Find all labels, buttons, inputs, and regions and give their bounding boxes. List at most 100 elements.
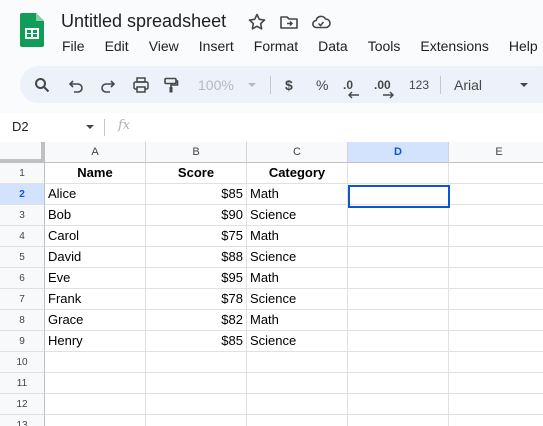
cloud-saved-icon[interactable]	[311, 12, 331, 32]
menu-file[interactable]: File	[52, 37, 95, 55]
cell-d7[interactable]	[348, 289, 449, 310]
column-header-d[interactable]: D	[348, 142, 449, 163]
cell-b13[interactable]	[146, 415, 247, 426]
row-header-10[interactable]: 10	[0, 352, 45, 373]
column-header-b[interactable]: B	[146, 142, 247, 163]
menu-view[interactable]: View	[139, 37, 189, 55]
paint-format-icon[interactable]	[163, 75, 179, 95]
cell-e10[interactable]	[449, 352, 543, 373]
font-dropdown-icon[interactable]	[519, 75, 529, 95]
menu-insert[interactable]: Insert	[189, 37, 244, 55]
cell-b6[interactable]: $95	[146, 268, 247, 289]
cell-c12[interactable]	[247, 394, 348, 415]
cell-a9[interactable]: Henry	[45, 331, 146, 352]
cell-d13[interactable]	[348, 415, 449, 426]
more-formats-button[interactable]: 123	[409, 75, 429, 95]
zoom-select[interactable]: 100%	[198, 75, 234, 95]
row-header-2[interactable]: 2	[0, 184, 45, 205]
cell-b11[interactable]	[146, 373, 247, 394]
cell-c6[interactable]: Math	[247, 268, 348, 289]
cell-e9[interactable]	[449, 331, 543, 352]
cell-b4[interactable]: $75	[146, 226, 247, 247]
column-header-a[interactable]: A	[45, 142, 146, 163]
cell-a7[interactable]: Frank	[45, 289, 146, 310]
row-header-1[interactable]: 1	[0, 163, 45, 184]
menu-format[interactable]: Format	[244, 37, 308, 55]
cell-d1[interactable]	[348, 163, 449, 184]
cell-c9[interactable]: Science	[247, 331, 348, 352]
menu-help[interactable]: Help	[499, 37, 543, 55]
cell-d8[interactable]	[348, 310, 449, 331]
cell-c5[interactable]: Science	[247, 247, 348, 268]
cell-d10[interactable]	[348, 352, 449, 373]
cell-a5[interactable]: David	[45, 247, 146, 268]
cell-a1[interactable]: Name	[45, 163, 146, 184]
cell-b8[interactable]: $82	[146, 310, 247, 331]
row-header-8[interactable]: 8	[0, 310, 45, 331]
cell-c8[interactable]: Math	[247, 310, 348, 331]
undo-icon[interactable]	[68, 75, 84, 95]
row-header-6[interactable]: 6	[0, 268, 45, 289]
font-family-select[interactable]: Arial	[454, 75, 482, 95]
cell-c1[interactable]: Category	[247, 163, 348, 184]
redo-icon[interactable]	[100, 75, 116, 95]
row-header-4[interactable]: 4	[0, 226, 45, 247]
cell-e5[interactable]	[449, 247, 543, 268]
move-to-folder-icon[interactable]	[279, 12, 299, 32]
name-box[interactable]: D2	[12, 119, 29, 134]
cell-a10[interactable]	[45, 352, 146, 373]
cell-b2[interactable]: $85	[146, 184, 247, 205]
cell-a13[interactable]	[45, 415, 146, 426]
cell-d5[interactable]	[348, 247, 449, 268]
star-icon[interactable]	[247, 12, 267, 32]
cell-e1[interactable]	[449, 163, 543, 184]
cell-a12[interactable]	[45, 394, 146, 415]
cell-b7[interactable]: $78	[146, 289, 247, 310]
row-header-5[interactable]: 5	[0, 247, 45, 268]
row-header-9[interactable]: 9	[0, 331, 45, 352]
cell-c4[interactable]: Math	[247, 226, 348, 247]
cell-a2[interactable]: Alice	[45, 184, 146, 205]
menu-data[interactable]: Data	[308, 37, 358, 55]
search-icon[interactable]	[34, 75, 50, 95]
cell-e6[interactable]	[449, 268, 543, 289]
cell-b1[interactable]: Score	[146, 163, 247, 184]
row-header-7[interactable]: 7	[0, 289, 45, 310]
cell-c3[interactable]: Science	[247, 205, 348, 226]
menu-tools[interactable]: Tools	[358, 37, 411, 55]
cell-d3[interactable]	[348, 205, 449, 226]
cell-b9[interactable]: $85	[146, 331, 247, 352]
cell-e4[interactable]	[449, 226, 543, 247]
cell-c7[interactable]: Science	[247, 289, 348, 310]
cell-a6[interactable]: Eve	[45, 268, 146, 289]
cell-e3[interactable]	[449, 205, 543, 226]
cell-e13[interactable]	[449, 415, 543, 426]
name-box-dropdown-icon[interactable]	[85, 123, 95, 131]
cell-b5[interactable]: $88	[146, 247, 247, 268]
print-icon[interactable]	[132, 75, 150, 95]
column-header-e[interactable]: E	[449, 142, 543, 163]
row-header-12[interactable]: 12	[0, 394, 45, 415]
select-all-corner[interactable]	[0, 142, 45, 163]
cell-d6[interactable]	[348, 268, 449, 289]
cell-a8[interactable]: Grace	[45, 310, 146, 331]
sheets-logo-icon[interactable]	[20, 13, 44, 47]
cell-e7[interactable]	[449, 289, 543, 310]
cell-a11[interactable]	[45, 373, 146, 394]
cell-b10[interactable]	[146, 352, 247, 373]
currency-format-button[interactable]: $	[285, 75, 293, 95]
cell-e2[interactable]	[449, 184, 543, 205]
zoom-dropdown-icon[interactable]	[247, 75, 257, 95]
cell-c2[interactable]: Math	[247, 184, 348, 205]
menu-extensions[interactable]: Extensions	[410, 37, 498, 55]
row-header-13[interactable]: 13	[0, 415, 45, 426]
cell-c13[interactable]	[247, 415, 348, 426]
cell-e8[interactable]	[449, 310, 543, 331]
cell-e12[interactable]	[449, 394, 543, 415]
row-header-3[interactable]: 3	[0, 205, 45, 226]
cell-b3[interactable]: $90	[146, 205, 247, 226]
cell-b12[interactable]	[146, 394, 247, 415]
cell-a3[interactable]: Bob	[45, 205, 146, 226]
cell-d4[interactable]	[348, 226, 449, 247]
cell-c10[interactable]	[247, 352, 348, 373]
